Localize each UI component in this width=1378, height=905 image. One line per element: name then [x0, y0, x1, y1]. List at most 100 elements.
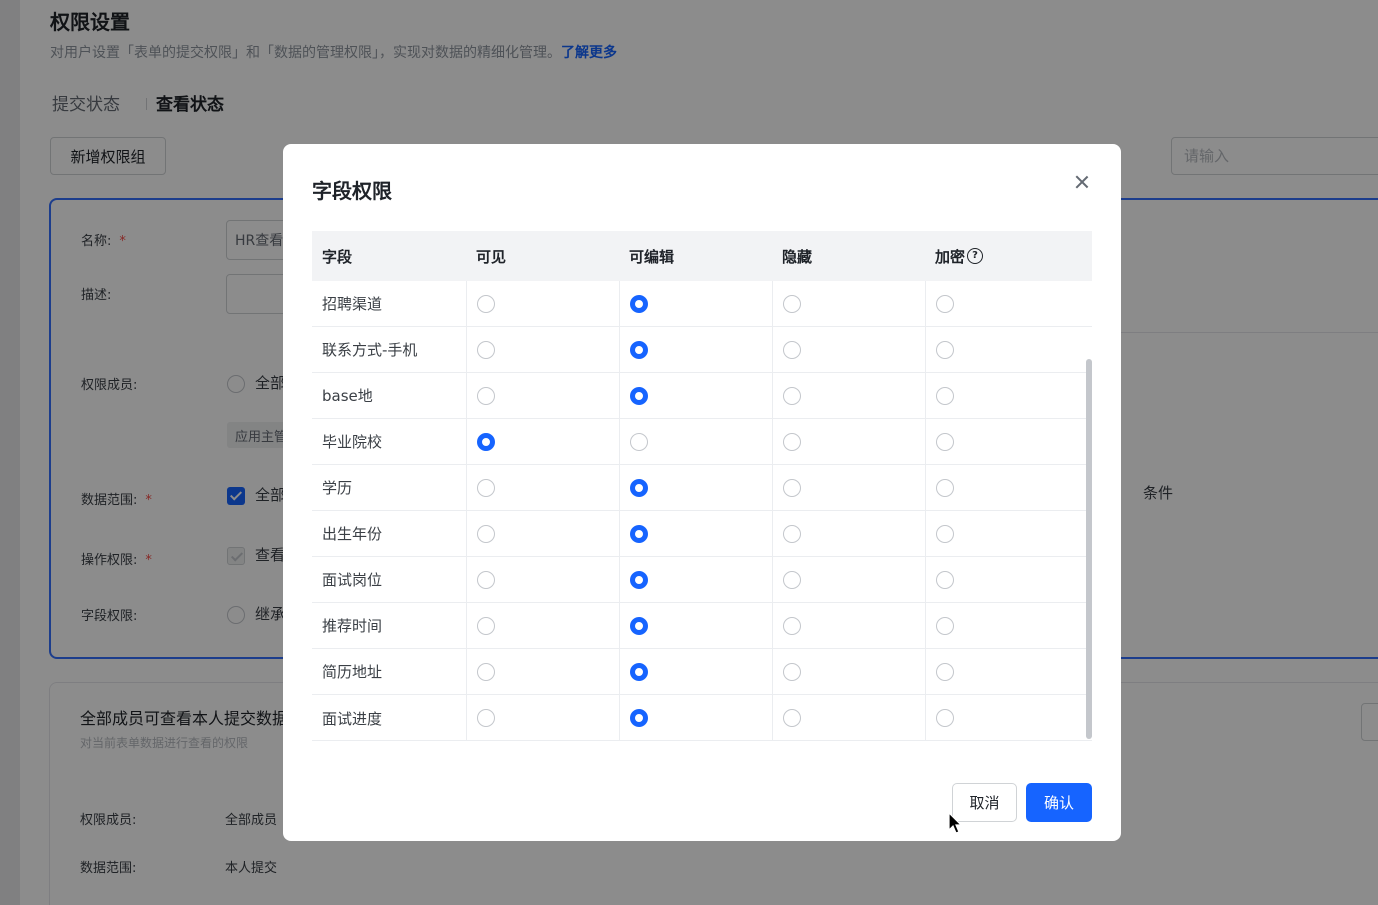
table-body: 招聘渠道联系方式-手机 base地毕业院校学历出生年份面试岗位推荐时间简历地址面试…	[312, 281, 1092, 741]
radio-visible[interactable]	[477, 524, 495, 543]
radio-cell	[772, 603, 925, 648]
header-hidden: 隐藏	[782, 247, 813, 266]
field-name: 出生年份	[322, 525, 383, 543]
modal-title: 字段权限	[312, 179, 392, 203]
radio-visible[interactable]	[477, 616, 495, 635]
header-editable: 可编辑	[629, 247, 675, 266]
radio-visible[interactable]	[477, 432, 495, 451]
field-name: 学历	[322, 479, 353, 497]
radio-encrypt[interactable]	[936, 432, 954, 451]
radio-visible[interactable]	[477, 662, 495, 681]
header-visible: 可见	[476, 247, 507, 266]
table-row: 推荐时间	[312, 603, 1092, 649]
radio-visible[interactable]	[477, 294, 495, 313]
radio-encrypt[interactable]	[936, 616, 954, 635]
radio-hidden[interactable]	[783, 709, 801, 727]
radio-cell	[772, 465, 925, 510]
table-row: 面试进度	[312, 695, 1092, 740]
field-name: 简历地址	[322, 663, 383, 681]
table-row: 简历地址	[312, 649, 1092, 695]
radio-cell	[619, 511, 772, 556]
radio-visible[interactable]	[477, 570, 495, 589]
field-name: 毕业院校	[322, 433, 383, 451]
table-scrollbar[interactable]	[1086, 359, 1092, 739]
radio-visible[interactable]	[477, 709, 495, 727]
table-row: 学历	[312, 465, 1092, 511]
radio-cell	[772, 511, 925, 556]
confirm-button[interactable]: 确认	[1026, 783, 1092, 822]
radio-editable[interactable]	[630, 570, 648, 589]
radio-encrypt[interactable]	[936, 662, 954, 681]
table-row: 面试岗位	[312, 557, 1092, 603]
radio-encrypt[interactable]	[936, 478, 954, 497]
radio-cell	[925, 649, 1092, 694]
radio-editable[interactable]	[630, 709, 648, 727]
radio-encrypt[interactable]	[936, 709, 954, 727]
radio-visible[interactable]	[477, 340, 495, 359]
radio-cell	[619, 327, 772, 372]
field-name: 联系方式-手机	[322, 341, 418, 359]
radio-editable[interactable]	[630, 662, 648, 681]
radio-cell	[619, 373, 772, 418]
radio-editable[interactable]	[630, 294, 648, 313]
radio-hidden[interactable]	[783, 386, 801, 405]
radio-hidden[interactable]	[783, 478, 801, 497]
radio-cell	[466, 327, 619, 372]
header-encrypt: 加密 ?	[925, 246, 1092, 267]
cursor-icon	[948, 812, 963, 834]
field-name: 面试进度	[322, 709, 383, 728]
field-permission-modal: 字段权限 字段 可见 可编辑 隐藏 加密 ? 招聘渠道 联系方式-手机 base地毕…	[283, 144, 1121, 841]
radio-hidden[interactable]	[783, 524, 801, 543]
radio-encrypt[interactable]	[936, 340, 954, 359]
radio-cell	[466, 373, 619, 418]
radio-cell	[466, 603, 619, 648]
field-name: 招聘渠道	[322, 295, 383, 313]
radio-editable[interactable]	[630, 432, 648, 451]
radio-cell	[466, 465, 619, 510]
radio-cell	[772, 557, 925, 602]
radio-editable[interactable]	[630, 340, 648, 359]
radio-cell	[772, 373, 925, 418]
table-row: base地	[312, 373, 1092, 419]
radio-encrypt[interactable]	[936, 570, 954, 589]
radio-cell	[925, 511, 1092, 556]
radio-cell	[772, 419, 925, 464]
radio-cell	[772, 327, 925, 372]
radio-editable[interactable]	[630, 524, 648, 543]
radio-encrypt[interactable]	[936, 294, 954, 313]
radio-editable[interactable]	[630, 478, 648, 497]
radio-cell	[772, 695, 925, 740]
radio-cell	[925, 373, 1092, 418]
radio-visible[interactable]	[477, 478, 495, 497]
radio-cell	[619, 695, 772, 740]
close-icon[interactable]	[1071, 172, 1093, 194]
field-permission-table: 字段 可见 可编辑 隐藏 加密 ? 招聘渠道 联系方式-手机 base地 毕业院校 学历…	[312, 231, 1092, 741]
field-name: 面试岗位	[322, 571, 383, 589]
radio-cell	[619, 649, 772, 694]
radio-hidden[interactable]	[783, 616, 801, 635]
radio-cell	[466, 511, 619, 556]
radio-encrypt[interactable]	[936, 524, 954, 543]
radio-cell	[772, 649, 925, 694]
radio-hidden[interactable]	[783, 662, 801, 681]
help-icon[interactable]: ?	[967, 248, 984, 264]
radio-visible[interactable]	[477, 386, 495, 405]
radio-hidden[interactable]	[783, 340, 801, 359]
radio-cell	[925, 281, 1092, 326]
radio-cell	[466, 649, 619, 694]
radio-cell	[772, 281, 925, 326]
table-row: 招聘渠道	[312, 281, 1092, 327]
radio-cell	[619, 419, 772, 464]
radio-hidden[interactable]	[783, 432, 801, 451]
radio-editable[interactable]	[630, 616, 648, 635]
radio-editable[interactable]	[630, 386, 648, 405]
radio-cell	[619, 557, 772, 602]
radio-cell	[619, 603, 772, 648]
field-name: base地	[322, 387, 373, 405]
radio-cell	[466, 419, 619, 464]
radio-hidden[interactable]	[783, 570, 801, 589]
radio-hidden[interactable]	[783, 294, 801, 313]
radio-cell	[466, 557, 619, 602]
radio-encrypt[interactable]	[936, 386, 954, 405]
radio-cell	[466, 281, 619, 326]
